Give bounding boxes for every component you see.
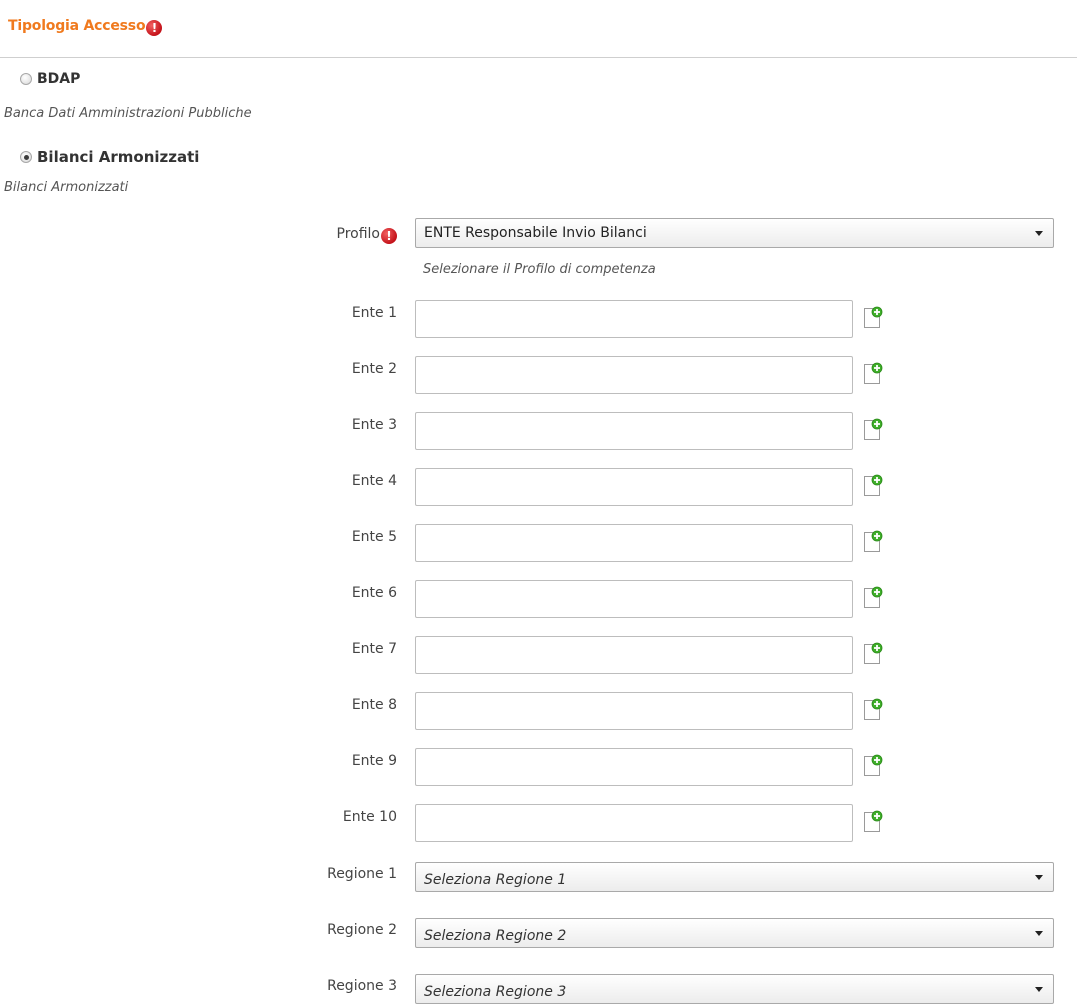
chevron-down-icon [1035, 231, 1043, 236]
add-document-icon[interactable] [862, 753, 884, 777]
radio-option-bdap[interactable]: BDAP [20, 71, 80, 87]
regione-select[interactable]: Seleziona Regione 2 [415, 918, 1054, 948]
chevron-down-icon [1035, 875, 1043, 880]
radio-label-bilanci-armonizzati: Bilanci Armonizzati [37, 148, 200, 166]
profilo-hint: Selezionare il Profilo di competenza [423, 262, 656, 277]
regione-select[interactable]: Seleziona Regione 1 [415, 862, 1054, 892]
ente-label: Ente 8 [351, 697, 397, 713]
add-document-icon[interactable] [862, 809, 884, 833]
section-title-text: Tipologia Accesso [8, 18, 146, 34]
add-document-icon[interactable] [862, 473, 884, 497]
ente-label: Ente 10 [342, 809, 397, 825]
regione-select-placeholder: Seleziona Regione 2 [424, 928, 567, 944]
ente-label: Ente 9 [351, 753, 397, 769]
ente-input[interactable] [415, 524, 853, 562]
profilo-select-value: ENTE Responsabile Invio Bilanci [424, 225, 647, 241]
regione-label: Regione 3 [327, 978, 397, 994]
ente-input[interactable] [415, 580, 853, 618]
add-document-icon[interactable] [862, 529, 884, 553]
ente-input[interactable] [415, 412, 853, 450]
regione-select-placeholder: Seleziona Regione 3 [424, 984, 567, 1000]
add-document-icon[interactable] [862, 697, 884, 721]
ente-input[interactable] [415, 692, 853, 730]
regione-select[interactable]: Seleziona Regione 3 [415, 974, 1054, 1004]
profilo-label: Profilo! [337, 226, 397, 244]
radio-option-bilanci-armonizzati[interactable]: Bilanci Armonizzati [20, 148, 199, 166]
ente-label: Ente 2 [351, 361, 397, 377]
radio-description-bdap: Banca Dati Amministrazioni Pubbliche [4, 106, 252, 121]
radio-button-bilanci-armonizzati[interactable] [20, 151, 32, 163]
add-document-icon[interactable] [862, 585, 884, 609]
ente-label: Ente 3 [351, 417, 397, 433]
ente-label: Ente 4 [351, 473, 397, 489]
add-document-icon[interactable] [862, 361, 884, 385]
regione-label: Regione 1 [327, 866, 397, 882]
ente-input[interactable] [415, 748, 853, 786]
required-alert-icon: ! [146, 20, 163, 36]
regione-label: Regione 2 [327, 922, 397, 938]
ente-label: Ente 7 [351, 641, 397, 657]
section-title: Tipologia Accesso! [8, 18, 163, 36]
ente-input[interactable] [415, 356, 853, 394]
ente-input[interactable] [415, 804, 853, 842]
ente-input[interactable] [415, 636, 853, 674]
regione-select-placeholder: Seleziona Regione 1 [424, 872, 567, 888]
ente-label: Ente 5 [351, 529, 397, 545]
chevron-down-icon [1035, 931, 1043, 936]
profilo-required-icon: ! [381, 228, 397, 244]
ente-label: Ente 6 [351, 585, 397, 601]
profilo-label-text: Profilo [336, 226, 380, 242]
add-document-icon[interactable] [862, 417, 884, 441]
ente-input[interactable] [415, 300, 853, 338]
profilo-select[interactable]: ENTE Responsabile Invio Bilanci [415, 218, 1054, 248]
ente-label: Ente 1 [351, 305, 397, 321]
add-document-icon[interactable] [862, 641, 884, 665]
radio-description-bilanci-armonizzati: Bilanci Armonizzati [4, 180, 129, 195]
add-document-icon[interactable] [862, 305, 884, 329]
radio-button-bdap[interactable] [20, 73, 32, 85]
section-header: Tipologia Accesso! [0, 0, 1077, 58]
ente-input[interactable] [415, 468, 853, 506]
radio-label-bdap: BDAP [37, 71, 81, 87]
chevron-down-icon [1035, 987, 1043, 992]
